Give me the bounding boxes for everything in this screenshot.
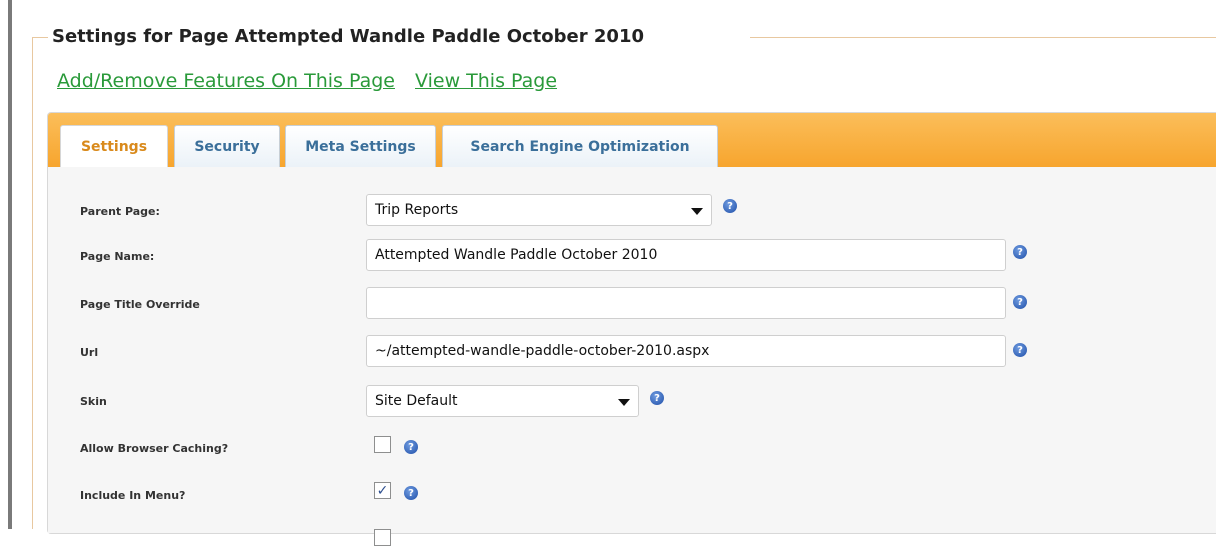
url-input[interactable]: ~/attempted-wandle-paddle-october-2010.a… bbox=[366, 335, 1006, 367]
help-icon[interactable]: ? bbox=[1013, 343, 1027, 357]
browser-caching-label: Allow Browser Caching? bbox=[80, 442, 229, 455]
help-icon[interactable]: ? bbox=[723, 199, 737, 213]
tab-settings[interactable]: Settings bbox=[60, 125, 168, 168]
dropdown-arrow-icon bbox=[618, 399, 630, 406]
page-name-input[interactable]: Attempted Wandle Paddle October 2010 bbox=[366, 239, 1006, 271]
fieldset-border bbox=[750, 37, 1216, 38]
page-settings-legend: Settings for Page Attempted Wandle Paddl… bbox=[52, 26, 644, 47]
tab-seo[interactable]: Search Engine Optimization bbox=[442, 125, 718, 167]
settings-panel: Settings Security Meta Settings Search E… bbox=[47, 112, 1216, 546]
checkmark-icon: ✓ bbox=[376, 482, 389, 499]
fieldset-border bbox=[32, 37, 33, 529]
next-row-checkbox[interactable] bbox=[374, 529, 391, 546]
skin-value: Site Default bbox=[375, 393, 458, 409]
page-links: Add/Remove Features On This Page View Th… bbox=[57, 70, 571, 92]
add-remove-features-link[interactable]: Add/Remove Features On This Page bbox=[57, 70, 395, 92]
help-icon[interactable]: ? bbox=[404, 486, 418, 500]
parent-page-select[interactable]: Trip Reports bbox=[366, 194, 712, 226]
dropdown-arrow-icon bbox=[691, 208, 703, 215]
tab-security[interactable]: Security bbox=[174, 125, 280, 167]
settings-form: Parent Page: Trip Reports ? Page Name: A… bbox=[48, 167, 1216, 546]
tab-bar: Settings Security Meta Settings Search E… bbox=[48, 113, 1216, 168]
browser-caching-checkbox[interactable] bbox=[374, 436, 391, 453]
tab-meta-settings[interactable]: Meta Settings bbox=[285, 125, 436, 167]
help-icon[interactable]: ? bbox=[650, 391, 664, 405]
page-title-override-input[interactable] bbox=[366, 287, 1006, 319]
skin-select[interactable]: Site Default bbox=[366, 385, 639, 417]
left-border bbox=[8, 0, 12, 529]
parent-page-value: Trip Reports bbox=[375, 202, 459, 218]
parent-page-label: Parent Page: bbox=[80, 205, 160, 218]
page-name-label: Page Name: bbox=[80, 250, 155, 263]
help-icon[interactable]: ? bbox=[1013, 295, 1027, 309]
help-icon[interactable]: ? bbox=[1013, 245, 1027, 259]
skin-label: Skin bbox=[80, 395, 107, 408]
view-page-link[interactable]: View This Page bbox=[415, 70, 557, 92]
include-in-menu-label: Include In Menu? bbox=[80, 489, 186, 502]
include-in-menu-checkbox[interactable]: ✓ bbox=[374, 482, 391, 499]
help-icon[interactable]: ? bbox=[404, 440, 418, 454]
url-label: Url bbox=[80, 346, 99, 359]
page-title-override-label: Page Title Override bbox=[80, 298, 200, 311]
fieldset-border bbox=[32, 37, 48, 38]
